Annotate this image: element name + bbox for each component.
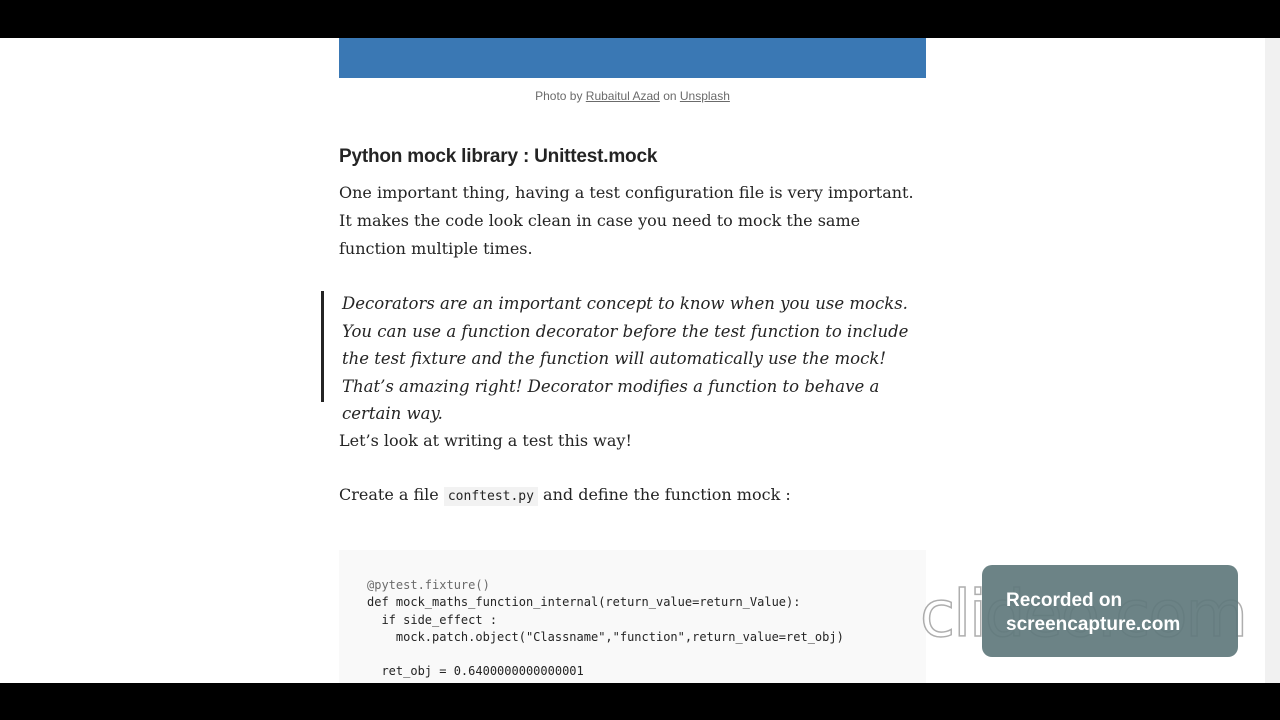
caption-middle: on [659, 89, 680, 103]
paragraph-text: and define the function mock : [537, 485, 791, 504]
recording-badge-text: Recorded on screencapture.com [1006, 589, 1180, 637]
paragraph: Let’s look at writing a test this way! [339, 431, 632, 450]
caption-author-link[interactable]: Rubaitul Azad [586, 89, 660, 103]
caption-prefix: Photo by [535, 89, 586, 103]
blockquote-bar [321, 291, 324, 402]
image-caption: Photo by Rubaitul Azad on Unsplash [339, 89, 926, 103]
paragraph: Create a file conftest.py and define the… [339, 481, 919, 511]
code-line: @pytest.fixture() [367, 578, 490, 592]
video-letterbox-top [0, 0, 1280, 38]
code-line: mock.patch.object("Classname","function"… [367, 629, 844, 644]
recording-line-1: Recorded on [1006, 590, 1123, 611]
video-letterbox-bottom [0, 683, 1280, 720]
recording-line-2: screencapture.com [1006, 614, 1181, 635]
code-block: @pytest.fixture() def mock_maths_functio… [339, 550, 926, 683]
inline-code: conftest.py [443, 487, 538, 506]
scrollbar[interactable] [1265, 38, 1280, 683]
section-heading: Python mock library : Unittest.mock [339, 146, 658, 167]
code-line: def mock_maths_function_internal(return_… [367, 595, 801, 610]
paragraph: One important thing, having a test confi… [339, 183, 914, 258]
code-line: ret_obj = 0.6400000000000001 [367, 664, 584, 679]
caption-source-link[interactable]: Unsplash [680, 89, 730, 103]
code-line: if side_effect : [367, 612, 498, 627]
paragraph-text: Create a file [339, 485, 444, 504]
hero-image [339, 38, 926, 78]
blockquote: Decorators are an important concept to k… [342, 294, 909, 423]
